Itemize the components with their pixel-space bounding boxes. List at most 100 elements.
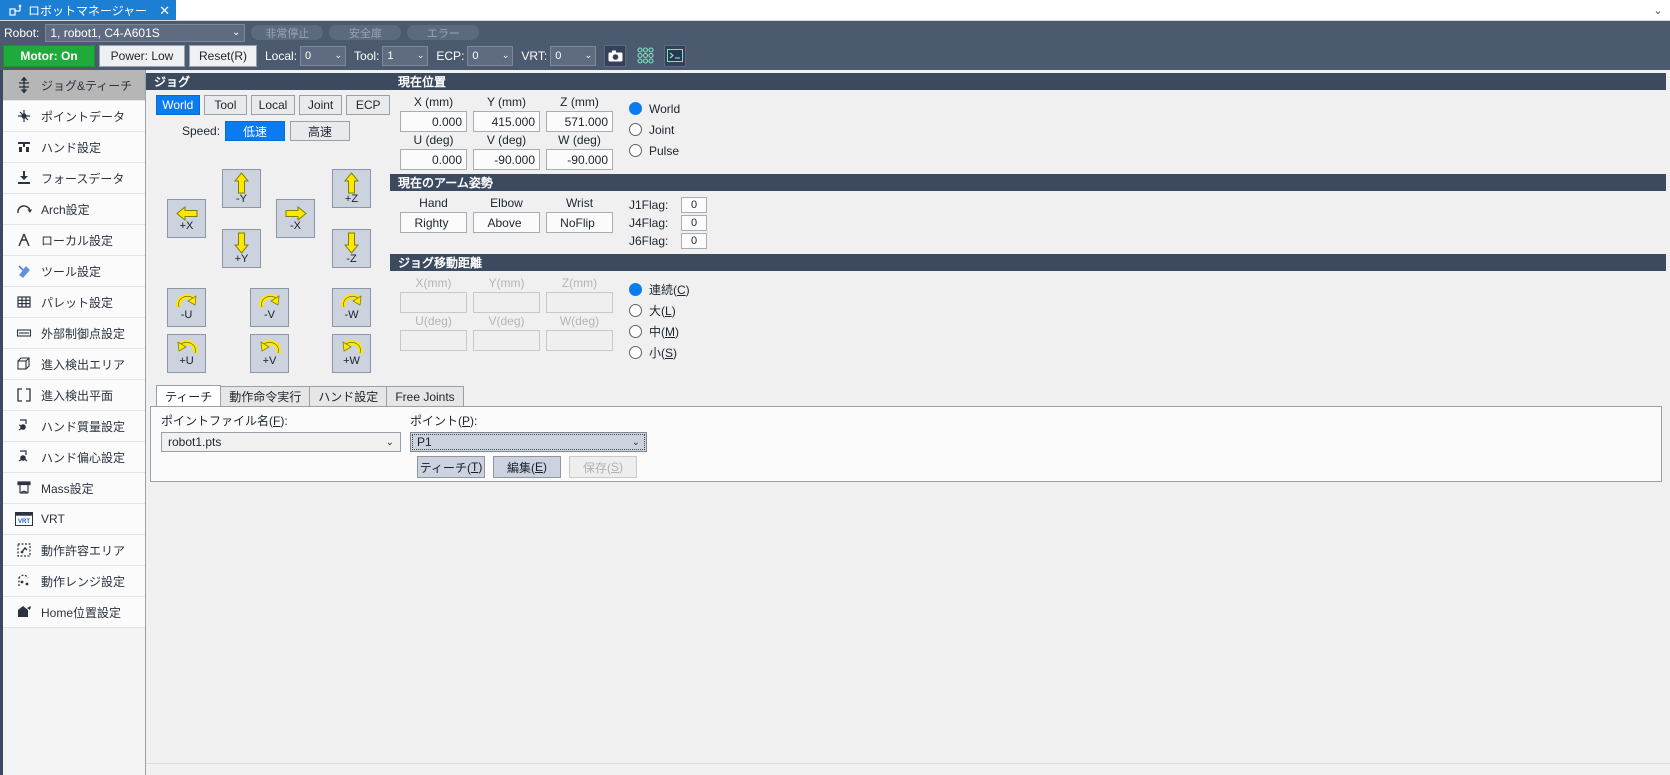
power-toggle-button[interactable]: Power: Low: [99, 44, 185, 67]
sidebar-item-arch-settings[interactable]: Arch設定: [3, 194, 145, 225]
sidebar-item-point-data[interactable]: ポイントデータ: [3, 101, 145, 132]
local-select[interactable]: 0 ⌄: [300, 45, 347, 66]
vrt-select[interactable]: 0 ⌄: [550, 45, 597, 66]
jog-plus-w-button[interactable]: +W: [332, 334, 371, 373]
sidebar-item-hand-offset[interactable]: ハンド偏心設定: [3, 442, 145, 473]
edit-button[interactable]: 編集(E): [493, 456, 561, 478]
field-value[interactable]: [546, 292, 613, 313]
jog-plus-x-button[interactable]: +X: [167, 199, 206, 238]
sidebar-item-force-data[interactable]: フォースデータ: [3, 163, 145, 194]
field-value[interactable]: [473, 330, 540, 351]
point-select[interactable]: P1 ⌄: [410, 432, 647, 452]
mass-settings-icon: [15, 479, 33, 497]
field-value: -90.000: [546, 149, 613, 170]
sidebar-item-jog-teach[interactable]: ジョグ&ティーチ: [3, 70, 145, 101]
jog-minus-u-button[interactable]: -U: [167, 288, 206, 327]
horizontal-scrollbar[interactable]: [146, 763, 1670, 775]
sidebar-item-motion-area[interactable]: 動作許容エリア: [3, 535, 145, 566]
status-badge-estop: 非常停止: [251, 25, 324, 40]
radio-continuous[interactable]: 連続(C): [629, 279, 690, 300]
teach-tab-strip: ティーチ 動作命令実行 ハンド設定 Free Joints: [150, 385, 1666, 406]
jog-mode-world[interactable]: World: [156, 95, 200, 115]
chevron-down-icon[interactable]: ⌄: [1650, 2, 1666, 18]
ecp-selector: ECP: 0 ⌄: [436, 45, 514, 66]
force-data-icon: [15, 169, 33, 187]
jog-plus-u-button[interactable]: +U: [167, 334, 206, 373]
radio-small[interactable]: 小(S): [629, 342, 690, 363]
field-value[interactable]: [400, 292, 467, 313]
grid-dots-icon[interactable]: [634, 45, 656, 67]
sidebar-item-pallet-settings[interactable]: パレット設定: [3, 287, 145, 318]
field-label: V (deg): [486, 133, 527, 147]
jog-plus-v-button[interactable]: +V: [250, 334, 289, 373]
jog-minus-w-button[interactable]: -W: [332, 288, 371, 327]
reset-button[interactable]: Reset(R): [189, 44, 257, 67]
tool-selector: Tool: 1 ⌄: [354, 45, 429, 66]
field-value[interactable]: [473, 292, 540, 313]
jog-minus-x-button[interactable]: -X: [276, 199, 315, 238]
sidebar-item-entry-area[interactable]: 進入検出エリア: [3, 349, 145, 380]
tab-free-joints[interactable]: Free Joints: [386, 386, 464, 406]
motion-range-icon: [15, 572, 33, 590]
field-label: X(mm): [415, 276, 452, 290]
jog-minus-z-button[interactable]: -Z: [332, 229, 371, 268]
sidebar-item-vrt[interactable]: VRT VRT: [3, 504, 145, 535]
sidebar-item-local-settings[interactable]: ローカル設定: [3, 225, 145, 256]
sidebar-item-label: Home位置設定: [41, 605, 122, 620]
jog-distance-x: X(mm): [400, 275, 467, 313]
jog-minus-y-button[interactable]: -Y: [222, 169, 261, 208]
jog-mode-local[interactable]: Local: [251, 95, 295, 115]
jog-mode-joint[interactable]: Joint: [298, 95, 343, 115]
jog-mode-ecp[interactable]: ECP: [346, 95, 390, 115]
field-value: NoFlip: [546, 212, 613, 233]
sidebar-item-mass-settings[interactable]: Mass設定: [3, 473, 145, 504]
jog-plus-z-button[interactable]: +Z: [332, 169, 371, 208]
sidebar-item-entry-plane[interactable]: 進入検出平面: [3, 380, 145, 411]
flag-label: J1Flag:: [629, 198, 669, 212]
sidebar-item-motion-range[interactable]: 動作レンジ設定: [3, 566, 145, 597]
speed-label: Speed:: [182, 124, 221, 138]
radio-world[interactable]: World: [629, 98, 680, 119]
motor-toggle-button[interactable]: Motor: On: [3, 44, 95, 67]
flag-label: J6Flag:: [629, 234, 669, 248]
sidebar: ジョグ&ティーチ ポイントデータ ハンド設定 フォースデータ Arch設定 ロー…: [0, 70, 146, 775]
field-value: 571.000: [546, 111, 613, 132]
radio-medium[interactable]: 中(M): [629, 321, 690, 342]
tool-select[interactable]: 1 ⌄: [382, 45, 429, 66]
sidebar-item-hand-settings[interactable]: ハンド設定: [3, 132, 145, 163]
vrt-select-value: 0: [555, 49, 562, 62]
speed-high-button[interactable]: 高速: [290, 121, 351, 141]
ecp-select-value: 0: [472, 49, 479, 62]
camera-icon[interactable]: [604, 44, 627, 67]
robot-icon: [8, 3, 22, 17]
tab-teach[interactable]: ティーチ: [156, 385, 222, 406]
sidebar-item-home-position[interactable]: Home位置設定: [3, 597, 145, 628]
terminal-icon[interactable]: [664, 44, 687, 67]
close-icon[interactable]: ✕: [159, 4, 170, 17]
robot-select[interactable]: 1, robot1, C4-A601S ⌄: [45, 23, 246, 42]
sidebar-item-label: VRT: [41, 512, 65, 526]
tab-hand-settings[interactable]: ハンド設定: [309, 386, 388, 406]
jog-plus-y-button[interactable]: +Y: [222, 229, 261, 268]
tab-motion-command[interactable]: 動作命令実行: [220, 386, 311, 406]
title-bar: ロボットマネージャー ✕ ⌄: [0, 0, 1670, 21]
ecp-select[interactable]: 0 ⌄: [467, 45, 514, 66]
sidebar-item-hand-weight[interactable]: ハンド質量設定: [3, 411, 145, 442]
teach-button[interactable]: ティーチ(T): [417, 456, 485, 478]
flag-j1: J1Flag: 0: [629, 196, 707, 214]
speed-low-button[interactable]: 低速: [225, 121, 286, 141]
sidebar-item-ecp-settings[interactable]: 外部制御点設定: [3, 318, 145, 349]
jog-minus-v-button[interactable]: -V: [250, 288, 289, 327]
field-value[interactable]: [546, 330, 613, 351]
radio-large[interactable]: 大(L): [629, 300, 690, 321]
field-value[interactable]: [400, 330, 467, 351]
coord-mode-radios: World Joint Pulse: [615, 94, 680, 170]
jog-mode-tool[interactable]: Tool: [203, 95, 248, 115]
radio-pulse[interactable]: Pulse: [629, 140, 680, 161]
sidebar-item-label: ローカル設定: [41, 233, 114, 248]
radio-joint[interactable]: Joint: [629, 119, 680, 140]
window-tab[interactable]: ロボットマネージャー ✕: [0, 0, 177, 20]
sidebar-item-tool-settings[interactable]: ツール設定: [3, 256, 145, 287]
jog-speed-row: Speed: 低速 高速: [150, 121, 390, 141]
point-file-select[interactable]: robot1.pts ⌄: [161, 432, 401, 452]
